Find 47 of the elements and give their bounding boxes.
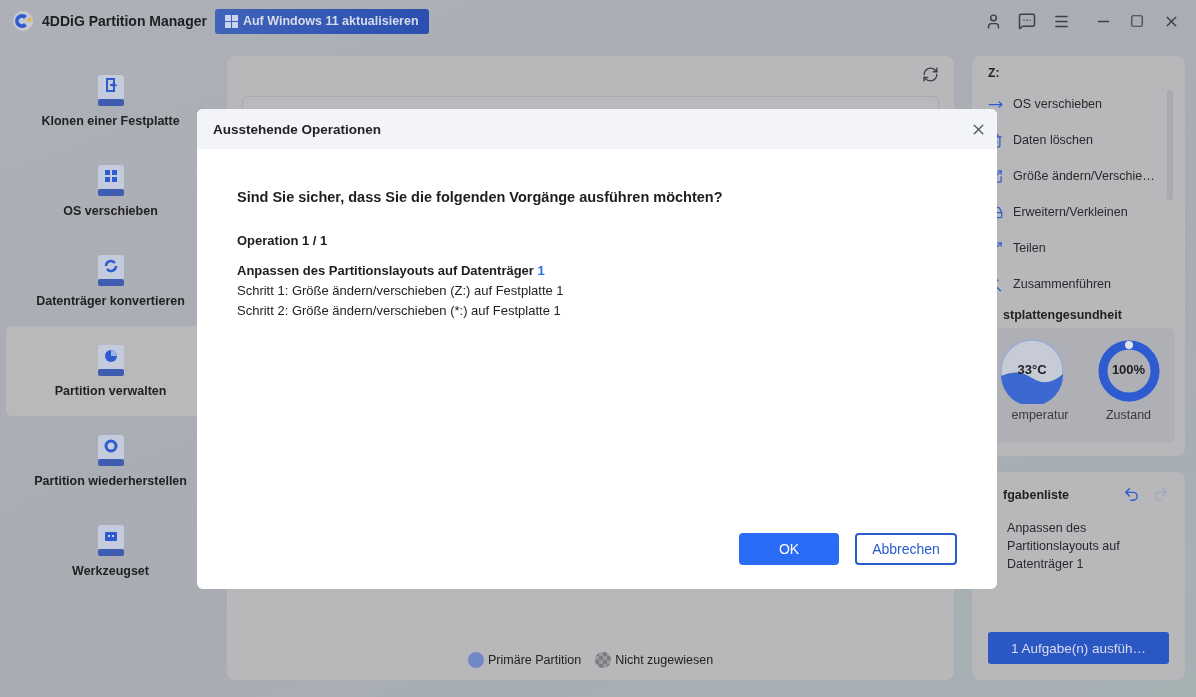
health-title: stplattengesundheit — [1002, 308, 1123, 322]
task-item: Anpassen des Partitionslayouts auf Datenträger 1 — [1006, 520, 1121, 573]
sidebar-label: Klonen einer Festplatte — [41, 114, 180, 128]
run-tasks-button[interactable]: 1 Aufgabe(n) ausfüh… — [988, 632, 1169, 664]
primary-swatch-icon — [468, 652, 485, 668]
maximize-icon[interactable] — [1130, 14, 1144, 28]
operation-counter: Operation 1 / 1 — [237, 233, 329, 248]
sidebar-item[interactable]: Partition wiederherstellen — [6, 416, 216, 506]
task-list-title: fgabenliste — [1003, 487, 1070, 502]
sidebar-item[interactable]: Werkzeugset — [6, 506, 216, 596]
legend-label: Primäre Partition — [488, 653, 582, 667]
drive-icon — [96, 524, 125, 558]
app-title: 4DDiG Partition Manager — [42, 13, 207, 29]
temperature-gauge-drawing — [999, 338, 1065, 404]
confirm-question: Sind Sie sicher, dass Sie die folgenden Vorgänge ausführen möchten? — [237, 189, 724, 205]
action-item[interactable]: OS verschieben — [988, 86, 1169, 122]
windows-icon — [224, 14, 238, 28]
refresh-icon[interactable] — [922, 66, 940, 83]
temperature-value: 33°C — [1016, 362, 1048, 377]
upgrade-button[interactable]: Auf Windows 11 aktualisieren — [214, 8, 429, 34]
dialog-title: Ausstehende Operationen — [213, 121, 382, 137]
operation-step: Schritt 2: Größe ändern/verschieben (*:) auf Festplatte 1 — [237, 301, 957, 321]
temperature-label: emperatur — [1011, 408, 1069, 422]
sidebar-label: Partition verwalten — [54, 384, 167, 398]
condition-label: Zustand — [1105, 408, 1152, 422]
undo-icon[interactable] — [1123, 486, 1140, 503]
checkered-swatch-icon — [595, 652, 612, 668]
drive-icon — [96, 254, 125, 288]
sidebar-label: Werkzeugset — [72, 564, 149, 578]
sidebar-label: Datenträger konvertieren — [36, 294, 185, 308]
drive-icon — [96, 344, 125, 378]
legend-label: Nicht zugewiesen — [615, 653, 714, 667]
drive-label: Z: — [988, 66, 1001, 80]
condition-value: 100% — [1110, 362, 1147, 377]
drive-icon — [96, 434, 125, 468]
feedback-icon[interactable] — [1018, 12, 1036, 30]
sidebar-item[interactable]: OS verschieben — [6, 146, 216, 236]
cancel-button[interactable]: Abbrechen — [855, 533, 957, 565]
ok-button[interactable]: OK — [739, 533, 839, 565]
app-logo — [12, 10, 34, 32]
sidebar-item[interactable]: Datenträger konvertieren — [6, 236, 216, 326]
drive-icon — [96, 74, 125, 108]
operation-heading: Anpassen des Partitionslayouts auf Datenträger 1 — [237, 262, 546, 280]
drive-icon — [96, 164, 125, 198]
sidebar-label: OS verschieben — [63, 204, 158, 218]
operation-step: Schritt 1: Größe ändern/verschieben (Z:) auf Festplatte 1 — [237, 281, 957, 301]
sidebar-label: Partition wiederherstellen — [34, 474, 187, 488]
